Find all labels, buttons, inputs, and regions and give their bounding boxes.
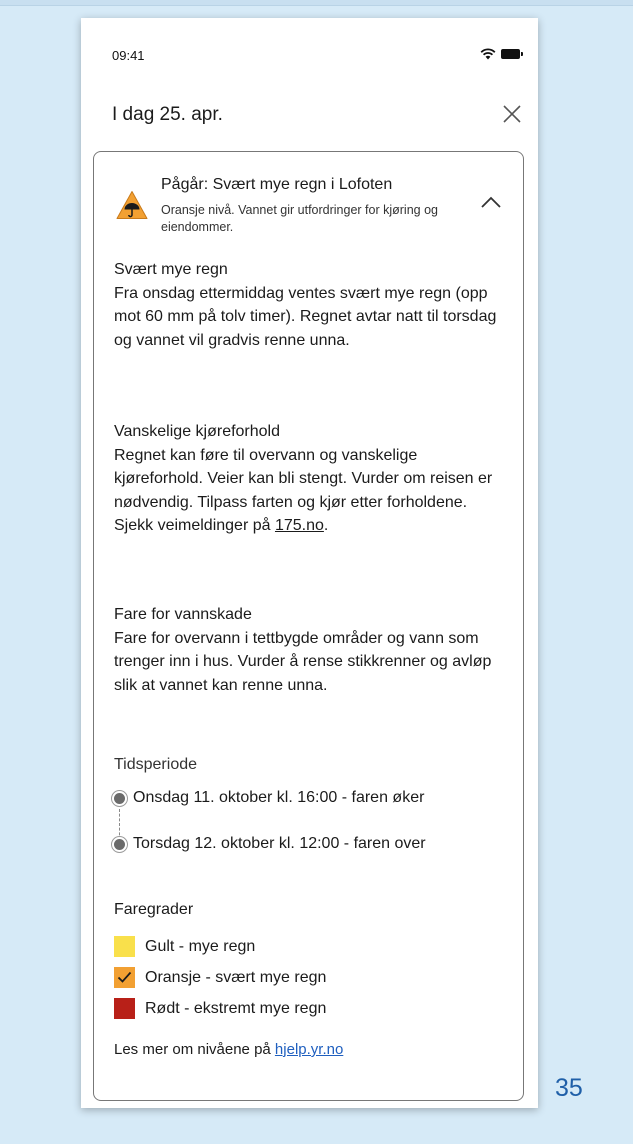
more-info-line: Les mer om nivåene på hjelp.yr.no bbox=[114, 1041, 343, 1058]
help-link[interactable]: hjelp.yr.no bbox=[275, 1041, 343, 1058]
level-label: Oransje - svært mye regn bbox=[145, 968, 327, 986]
level-red: Rødt - ekstremt mye regn bbox=[114, 998, 326, 1019]
timeline-end-text: Torsdag 12. oktober kl. 12:00 - faren ov… bbox=[133, 835, 426, 852]
timeline-dot-icon bbox=[114, 792, 125, 804]
section-body: Regnet kan føre til overvann og vanskeli… bbox=[114, 444, 509, 538]
page-title: I dag 25. apr. bbox=[112, 104, 223, 125]
orange-warning-umbrella-icon bbox=[116, 191, 148, 219]
section-heavy-rain: Svært mye regn Fra onsdag ettermiddag ve… bbox=[114, 258, 509, 352]
section-body: Fra onsdag ettermiddag ventes svært mye … bbox=[114, 284, 497, 349]
collapse-button[interactable] bbox=[479, 192, 503, 212]
top-border-strip bbox=[0, 0, 633, 6]
red-swatch-icon bbox=[114, 998, 135, 1019]
phone-screen: 09:41 I dag 25. apr. Pågår: Svært mye re… bbox=[81, 18, 538, 1108]
page-number: 35 bbox=[555, 1074, 583, 1102]
close-icon bbox=[503, 105, 521, 123]
checkmark-icon bbox=[117, 971, 132, 983]
battery-icon bbox=[501, 49, 523, 59]
close-button[interactable] bbox=[500, 102, 524, 126]
timeline-dot-icon bbox=[114, 838, 125, 850]
section-body: Fare for overvann i tettbygde områder og… bbox=[114, 629, 492, 694]
section-water-damage: Fare for vannskade Fare for overvann i t… bbox=[114, 603, 509, 697]
warning-card: Pågår: Svært mye regn i Lofoten Oransje … bbox=[93, 151, 524, 1101]
timeline-end: Torsdag 12. oktober kl. 12:00 - faren ov… bbox=[114, 835, 426, 853]
level-yellow: Gult - mye regn bbox=[114, 936, 255, 957]
section-driving: Vanskelige kjøreforhold Regnet kan føre … bbox=[114, 420, 509, 538]
more-info-text: Les mer om nivåene på bbox=[114, 1041, 275, 1058]
status-icons bbox=[480, 46, 523, 62]
timeline-start: Onsdag 11. oktober kl. 16:00 - faren øke… bbox=[114, 789, 424, 807]
orange-check-swatch-icon bbox=[114, 967, 135, 988]
level-orange: Oransje - svært mye regn bbox=[114, 967, 326, 988]
section-heading: Fare for vannskade bbox=[114, 606, 252, 623]
time-period-label: Tidsperiode bbox=[114, 756, 198, 773]
chevron-up-icon bbox=[481, 196, 501, 208]
section-heading: Svært mye regn bbox=[114, 261, 228, 278]
timeline-start-text: Onsdag 11. oktober kl. 16:00 - faren øke… bbox=[133, 789, 425, 806]
alert-title: Pågår: Svært mye regn i Lofoten bbox=[161, 176, 393, 193]
level-label: Gult - mye regn bbox=[145, 937, 256, 955]
section-body-end: . bbox=[323, 517, 329, 534]
levels-title: Faregrader bbox=[114, 901, 194, 918]
alert-subtitle: Oransje nivå. Vannet gir utfordringer fo… bbox=[161, 203, 438, 234]
level-label: Rødt - ekstremt mye regn bbox=[145, 999, 327, 1017]
section-heading: Vanskelige kjøreforhold bbox=[114, 423, 281, 440]
road-info-link[interactable]: 175.no bbox=[275, 517, 324, 534]
status-time: 09:41 bbox=[112, 48, 145, 63]
wifi-icon bbox=[480, 48, 496, 60]
yellow-swatch-icon bbox=[114, 936, 135, 957]
